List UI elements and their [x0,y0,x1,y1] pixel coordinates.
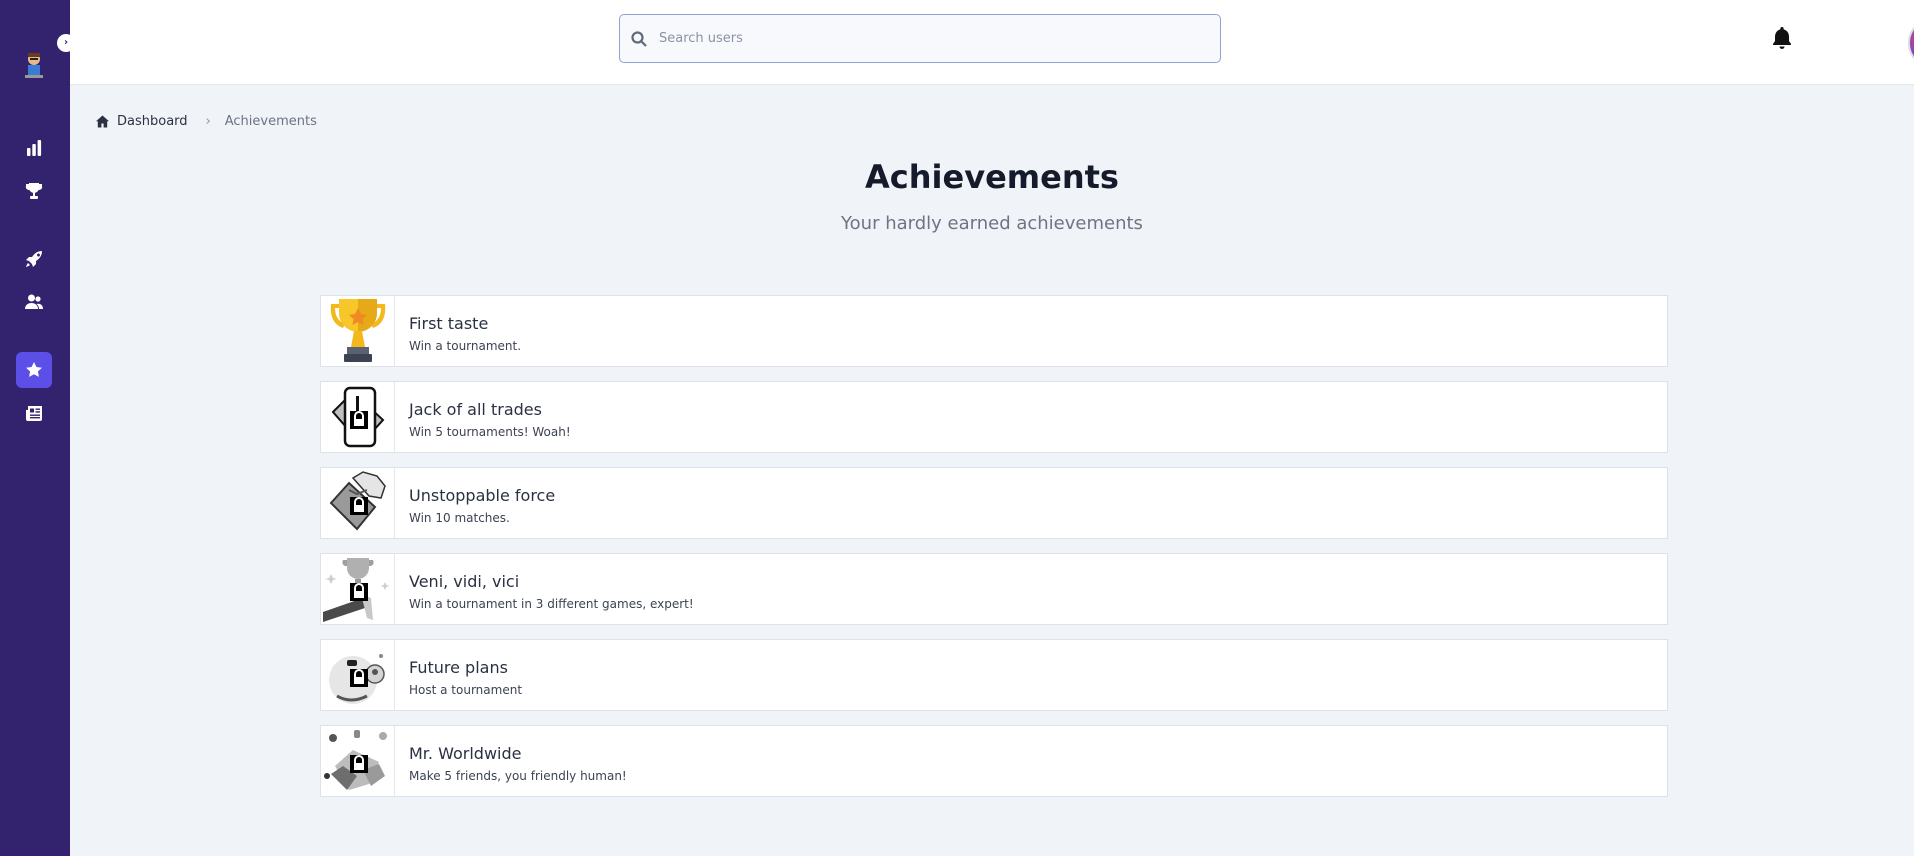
force-icon [321,468,395,538]
sidebar-item-launch[interactable] [16,241,52,277]
trophy-icon [25,183,43,199]
achievement-card[interactable]: Veni, vidi, vici Win a tournament in 3 d… [320,553,1668,625]
rocket-icon [26,251,42,267]
notifications-button[interactable] [1772,26,1792,50]
bell-icon [1773,27,1791,49]
achievement-title: Future plans [409,658,508,677]
achievement-title: Jack of all trades [409,400,542,419]
achievement-title: Mr. Worldwide [409,744,522,763]
sidebar-item-tournaments[interactable] [16,173,52,209]
achievement-card[interactable]: Unstoppable force Win 10 matches. [320,467,1668,539]
breadcrumb: Dashboard › Achievements [96,114,317,129]
app-logo[interactable] [21,50,47,80]
sidebar-item-friends[interactable] [16,284,52,320]
search-box[interactable] [619,14,1221,63]
newspaper-icon [26,406,42,421]
achievement-card[interactable]: Mr. Worldwide Make 5 friends, you friend… [320,725,1668,797]
gold-trophy-icon [321,296,395,366]
bar-chart-icon [27,140,42,156]
achievement-card[interactable]: Future plans Host a tournament [320,639,1668,711]
page-subtitle: Your hardly earned achievements [841,213,1143,234]
achievement-title: Veni, vidi, vici [409,572,520,591]
achievement-title: Unstoppable force [409,486,556,505]
achievement-description: Win a tournament in 3 different games, e… [409,597,694,611]
planning-icon [321,640,395,710]
users-icon [25,294,43,309]
achievement-description: Win 5 tournaments! Woah! [409,425,571,439]
home-icon[interactable] [96,115,109,128]
achievement-description: Win 10 matches. [409,511,510,525]
page-title: Achievements [865,158,1119,196]
achievement-description: Make 5 friends, you friendly human! [409,769,627,783]
user-avatar[interactable] [1908,18,1914,68]
podium-trophy-icon [321,554,395,624]
card-icon [321,382,395,452]
search-input[interactable] [659,31,1199,46]
sidebar-item-news[interactable] [16,395,52,431]
achievement-card[interactable]: First taste Win a tournament. [320,295,1668,367]
achievement-title: First taste [409,314,489,333]
star-icon [26,362,42,377]
sidebar: › [0,0,75,856]
chevron-right-icon: › [205,114,211,129]
sidebar-item-achievements[interactable] [16,352,52,388]
achievements-list: First taste Win a tournament. Jack of al… [320,295,1668,811]
achievement-description: Win a tournament. [409,339,522,353]
breadcrumb-dashboard-link[interactable]: Dashboard [117,114,188,129]
sidebar-item-stats[interactable] [16,130,52,166]
top-bar [70,0,1914,85]
achievement-card[interactable]: Jack of all trades Win 5 tournaments! Wo… [320,381,1668,453]
friends-icon [321,726,395,796]
breadcrumb-current: Achievements [224,114,317,129]
search-icon [631,30,647,47]
achievement-description: Host a tournament [409,683,523,697]
